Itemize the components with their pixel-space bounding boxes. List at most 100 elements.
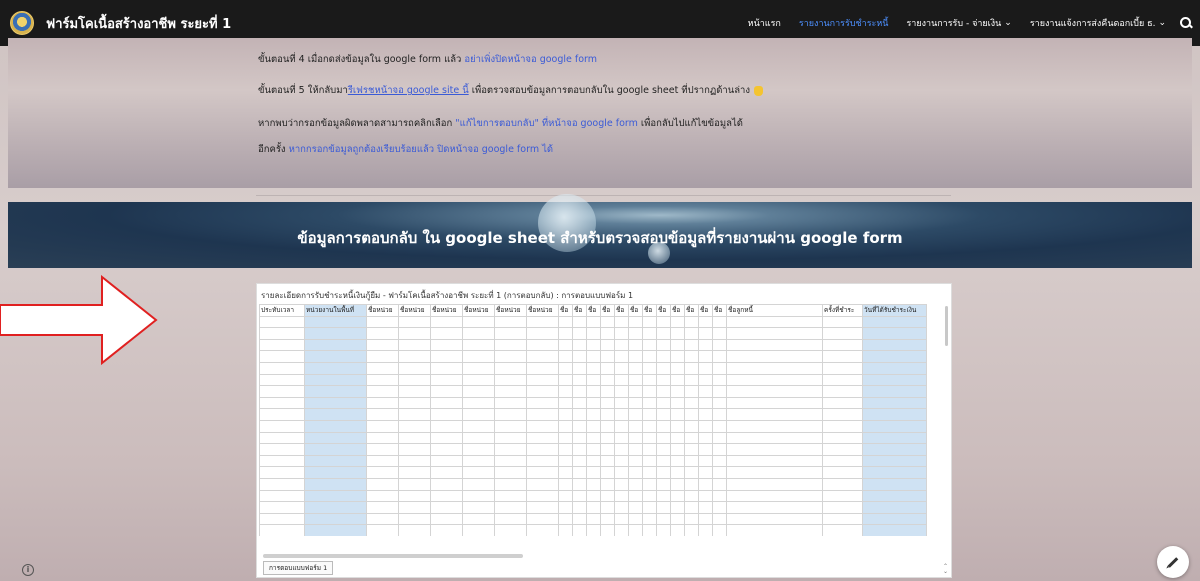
sheet-cell[interactable] bbox=[862, 419, 927, 433]
sheet-column-header[interactable]: ชื่อ bbox=[712, 304, 727, 317]
sheet-cell[interactable] bbox=[600, 338, 615, 352]
sheet-cell[interactable] bbox=[462, 431, 495, 445]
sheet-cell[interactable] bbox=[656, 408, 671, 421]
sheet-cell[interactable] bbox=[494, 466, 527, 479]
sheet-cell[interactable] bbox=[642, 350, 657, 363]
sheet-cell[interactable] bbox=[558, 327, 573, 340]
sheet-cell[interactable] bbox=[430, 512, 463, 526]
nav-item-home[interactable]: หน้าแรก bbox=[748, 16, 781, 30]
sheet-cell[interactable] bbox=[712, 489, 727, 503]
sheet-cell[interactable] bbox=[366, 512, 399, 526]
sheet-column-header[interactable]: ชื่อ bbox=[698, 304, 713, 317]
sheet-cell[interactable] bbox=[614, 385, 629, 398]
sheet-grid[interactable]: ประทับเวลา หน่วยงานในพื้นที่ ชื่อหน่วย ชื่อ… bbox=[259, 304, 947, 536]
sheet-cell[interactable] bbox=[398, 466, 431, 479]
sheet-cell[interactable] bbox=[684, 327, 699, 340]
sheet-cell[interactable] bbox=[586, 373, 601, 387]
sheet-cell[interactable] bbox=[628, 501, 643, 514]
sheet-cell[interactable] bbox=[430, 385, 463, 398]
sheet-cell[interactable] bbox=[628, 524, 643, 536]
sheet-cell[interactable] bbox=[526, 315, 559, 329]
sheet-cell[interactable] bbox=[462, 501, 495, 514]
sheet-cell[interactable] bbox=[822, 396, 863, 410]
sheet-cell[interactable] bbox=[862, 396, 927, 410]
sheet-cell[interactable] bbox=[862, 385, 927, 398]
sheet-cell[interactable] bbox=[628, 327, 643, 340]
sheet-cell[interactable] bbox=[822, 385, 863, 398]
sheet-cell[interactable] bbox=[670, 524, 685, 536]
sheet-cell[interactable] bbox=[430, 454, 463, 468]
sheet-cell[interactable] bbox=[462, 385, 495, 398]
sheet-cell[interactable] bbox=[304, 385, 367, 398]
sheet-cell[interactable] bbox=[304, 396, 367, 410]
sheet-cell[interactable] bbox=[572, 501, 587, 514]
sheet-cell[interactable] bbox=[586, 338, 601, 352]
sheet-cell[interactable] bbox=[628, 338, 643, 352]
sheet-cell[interactable] bbox=[494, 327, 527, 340]
sheet-cell[interactable] bbox=[558, 315, 573, 329]
sheet-column-header[interactable]: ชื่อ bbox=[642, 304, 657, 317]
sheet-column-header[interactable]: ชื่อ bbox=[628, 304, 643, 317]
sheet-cell[interactable] bbox=[398, 431, 431, 445]
sheet-cell[interactable] bbox=[600, 419, 615, 433]
sheet-cell[interactable] bbox=[366, 338, 399, 352]
sheet-cell[interactable] bbox=[684, 350, 699, 363]
sheet-cell[interactable] bbox=[614, 477, 629, 491]
sheet-cell[interactable] bbox=[670, 443, 685, 456]
sheet-cell[interactable] bbox=[862, 501, 927, 514]
sheet-cell[interactable] bbox=[628, 419, 643, 433]
sheet-cell[interactable] bbox=[526, 431, 559, 445]
sheet-column-header[interactable]: ชื่อ bbox=[656, 304, 671, 317]
sheet-cell[interactable] bbox=[642, 408, 657, 421]
sheet-cell[interactable] bbox=[398, 327, 431, 340]
sheet-cell[interactable] bbox=[526, 408, 559, 421]
sheet-cell[interactable] bbox=[600, 443, 615, 456]
sheet-cell[interactable] bbox=[586, 443, 601, 456]
sheet-tab[interactable]: การตอบแบบฟอร์ม 1 bbox=[263, 561, 334, 575]
sheet-cell[interactable] bbox=[462, 361, 495, 375]
sheet-cell[interactable] bbox=[670, 338, 685, 352]
sheet-cell[interactable] bbox=[670, 419, 685, 433]
sheet-cell[interactable] bbox=[656, 419, 671, 433]
sheet-cell[interactable] bbox=[698, 524, 713, 536]
sheet-cell[interactable] bbox=[656, 501, 671, 514]
sheet-cell[interactable] bbox=[494, 512, 527, 526]
nav-item-income-expense-report[interactable]: รายงานการรับ - จ่ายเงิน ⌄ bbox=[906, 16, 1011, 30]
sheet-cell[interactable] bbox=[586, 408, 601, 421]
sheet-cell[interactable] bbox=[366, 327, 399, 340]
sheet-cell[interactable] bbox=[712, 477, 727, 491]
sheet-cell[interactable] bbox=[822, 408, 863, 421]
sheet-cell[interactable] bbox=[398, 477, 431, 491]
sheet-cell[interactable] bbox=[259, 512, 305, 526]
sheet-cell[interactable] bbox=[656, 338, 671, 352]
sheet-cell[interactable] bbox=[558, 443, 573, 456]
sheet-cell[interactable] bbox=[628, 396, 643, 410]
sheet-cell[interactable] bbox=[572, 361, 587, 375]
sheet-cell[interactable] bbox=[586, 512, 601, 526]
horizontal-scrollbar[interactable] bbox=[263, 554, 523, 558]
sheet-cell[interactable] bbox=[684, 466, 699, 479]
sheet-cell[interactable] bbox=[670, 477, 685, 491]
sheet-cell[interactable] bbox=[712, 315, 727, 329]
sheet-cell[interactable] bbox=[462, 396, 495, 410]
sheet-cell[interactable] bbox=[494, 489, 527, 503]
sheet-cell[interactable] bbox=[572, 512, 587, 526]
sheet-cell[interactable] bbox=[642, 466, 657, 479]
sheet-cell[interactable] bbox=[726, 489, 823, 503]
sheet-cell[interactable] bbox=[526, 373, 559, 387]
sheet-cell[interactable] bbox=[494, 408, 527, 421]
sheet-cell[interactable] bbox=[430, 338, 463, 352]
sheet-cell[interactable] bbox=[259, 408, 305, 421]
sheet-cell[interactable] bbox=[642, 373, 657, 387]
sheet-cell[interactable] bbox=[526, 443, 559, 456]
sheet-cell[interactable] bbox=[304, 524, 367, 536]
sheet-cell[interactable] bbox=[366, 385, 399, 398]
sheet-cell[interactable] bbox=[304, 443, 367, 456]
sheet-cell[interactable] bbox=[586, 489, 601, 503]
sheet-cell[interactable] bbox=[526, 489, 559, 503]
sheet-column-header[interactable]: ชื่อหน่วย bbox=[398, 304, 431, 317]
sheet-cell[interactable] bbox=[614, 501, 629, 514]
sheet-cell[interactable] bbox=[259, 466, 305, 479]
sheet-cell[interactable] bbox=[259, 350, 305, 363]
sheet-cell[interactable] bbox=[259, 443, 305, 456]
